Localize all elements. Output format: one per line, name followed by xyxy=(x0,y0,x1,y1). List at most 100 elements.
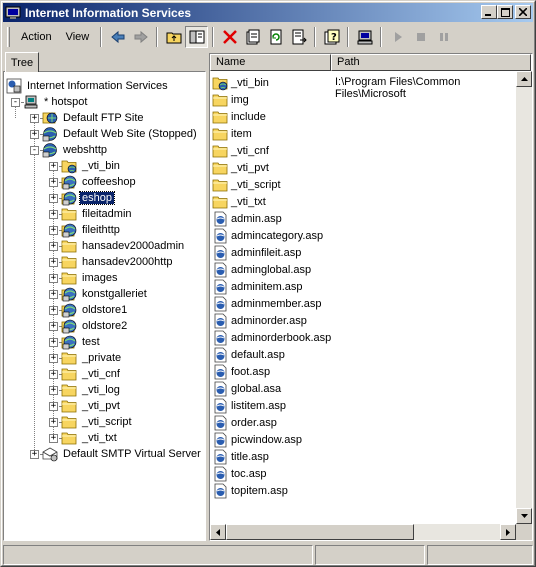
list-pane[interactable]: Name Path _vti_bin I:\Program Files\Commo… xyxy=(209,53,533,541)
tree-node-eshop[interactable]: eshop xyxy=(61,190,115,206)
list-item[interactable]: adminglobal.asp xyxy=(212,261,311,278)
tree-node-oldstore1[interactable]: oldstore1 xyxy=(61,302,129,318)
scroll-down-button[interactable] xyxy=(516,508,532,524)
close-button[interactable] xyxy=(515,5,531,19)
column-header-name[interactable]: Name xyxy=(210,54,331,71)
tree-expander-expand[interactable]: + xyxy=(49,194,58,203)
tree-expander-collapse[interactable]: - xyxy=(30,146,39,155)
toolbar-grip[interactable] xyxy=(7,27,10,47)
maximize-button[interactable] xyxy=(497,5,513,19)
tree-node-default-ftp-site[interactable]: Default FTP Site xyxy=(42,110,146,126)
tree-expander-collapse[interactable]: - xyxy=(11,98,20,107)
tree-pane[interactable]: Internet Information Services - * hotspot +… xyxy=(3,71,206,541)
tree-node-hansadev2000http[interactable]: hansadev2000http xyxy=(61,254,175,270)
scroll-right-button[interactable] xyxy=(500,524,516,540)
tree-expander-expand[interactable]: + xyxy=(49,434,58,443)
list-item[interactable]: adminitem.asp xyxy=(212,278,303,295)
tree-node-vti-log[interactable]: _vti_log xyxy=(61,382,122,398)
tree-expander-expand[interactable]: + xyxy=(49,162,58,171)
scroll-up-button[interactable] xyxy=(516,71,532,87)
tree-expander-expand[interactable]: + xyxy=(49,418,58,427)
list-item[interactable]: topitem.asp xyxy=(212,482,288,499)
refresh-button[interactable] xyxy=(264,26,287,48)
list-item[interactable]: foot.asp xyxy=(212,363,270,380)
tree-node-coffeeshop[interactable]: coffeeshop xyxy=(61,174,138,190)
tree-expander-expand[interactable]: + xyxy=(49,274,58,283)
tree-expander-expand[interactable]: + xyxy=(49,354,58,363)
tree-expander-expand[interactable]: + xyxy=(49,322,58,331)
pause-button[interactable] xyxy=(432,26,455,48)
up-one-level-button[interactable] xyxy=(162,26,185,48)
tab-tree[interactable]: Tree xyxy=(5,52,39,72)
export-list-button[interactable] xyxy=(287,26,310,48)
list-item[interactable]: listitem.asp xyxy=(212,397,286,414)
tree-expander-expand[interactable]: + xyxy=(49,306,58,315)
back-button[interactable] xyxy=(106,26,129,48)
tree-node-private[interactable]: _private xyxy=(61,350,123,366)
tree-expander-expand[interactable]: + xyxy=(49,226,58,235)
tree-node-vti-script[interactable]: _vti_script xyxy=(61,414,134,430)
action-menu[interactable]: Action xyxy=(14,29,59,45)
tree-node-default-smtp-virtual-server[interactable]: Default SMTP Virtual Server xyxy=(42,446,203,462)
tree-node-webshttp[interactable]: webshttp xyxy=(42,142,109,158)
list-item[interactable]: picwindow.asp xyxy=(212,431,302,448)
list-item[interactable]: order.asp xyxy=(212,414,277,431)
horizontal-scroll-thumb[interactable] xyxy=(226,524,414,540)
list-item[interactable]: include xyxy=(212,108,266,125)
tree-node-fileitadmin[interactable]: fileitadmin xyxy=(61,206,134,222)
tree-expander-expand[interactable]: + xyxy=(49,210,58,219)
tree-expander-expand[interactable]: + xyxy=(49,402,58,411)
help-button[interactable]: ? xyxy=(320,26,343,48)
tree-node-hansadev2000admin[interactable]: hansadev2000admin xyxy=(61,238,186,254)
tree-expander-expand[interactable]: + xyxy=(49,290,58,299)
view-menu[interactable]: View xyxy=(59,29,97,45)
horizontal-scrollbar[interactable] xyxy=(210,524,516,540)
scroll-left-button[interactable] xyxy=(210,524,226,540)
list-item[interactable]: _vti_script xyxy=(212,176,281,193)
list-item[interactable]: adminmember.asp xyxy=(212,295,322,312)
list-item[interactable]: default.asp xyxy=(212,346,285,363)
list-item[interactable]: adminfileit.asp xyxy=(212,244,301,261)
list-item[interactable]: _vti_bin xyxy=(212,74,269,91)
tree-expander-expand[interactable]: + xyxy=(49,258,58,267)
list-item[interactable]: img xyxy=(212,91,249,108)
tree-node-vti-pvt[interactable]: _vti_pvt xyxy=(61,398,122,414)
tree-expander-expand[interactable]: + xyxy=(49,338,58,347)
start-button[interactable] xyxy=(386,26,409,48)
tree-node-vti-txt[interactable]: _vti_txt xyxy=(61,430,119,446)
tree-expander-expand[interactable]: + xyxy=(49,242,58,251)
forward-button[interactable] xyxy=(129,26,152,48)
tree-node-vti-cnf[interactable]: _vti_cnf xyxy=(61,366,122,382)
stop-button[interactable] xyxy=(409,26,432,48)
list-item[interactable]: admincategory.asp xyxy=(212,227,323,244)
connect-computer-button[interactable] xyxy=(353,26,376,48)
tree-expander-expand[interactable]: + xyxy=(49,178,58,187)
tree-node-default-web-site-stopped[interactable]: Default Web Site (Stopped) xyxy=(42,126,199,142)
tree-node-konstgalleriet[interactable]: konstgalleriet xyxy=(61,286,149,302)
list-item[interactable]: _vti_cnf xyxy=(212,142,269,159)
list-item[interactable]: adminorder.asp xyxy=(212,312,307,329)
delete-button[interactable] xyxy=(218,26,241,48)
list-item[interactable]: adminorderbook.asp xyxy=(212,329,331,346)
column-header-path[interactable]: Path xyxy=(331,54,531,71)
tree-node-fileithttp[interactable]: fileithttp xyxy=(61,222,122,238)
tree-expander-expand[interactable]: + xyxy=(30,114,39,123)
tree-node-server[interactable]: * hotspot xyxy=(23,94,89,110)
tree-expander-expand[interactable]: + xyxy=(30,130,39,139)
tree-node-test[interactable]: test xyxy=(61,334,102,350)
list-item[interactable]: item xyxy=(212,125,252,142)
tree-expander-expand[interactable]: + xyxy=(49,386,58,395)
tree-expander-expand[interactable]: + xyxy=(30,450,39,459)
tree-node-images[interactable]: images xyxy=(61,270,119,286)
tree-node-iis-root[interactable]: Internet Information Services xyxy=(6,78,170,94)
list-item[interactable]: toc.asp xyxy=(212,465,266,482)
list-item[interactable]: title.asp xyxy=(212,448,269,465)
list-item[interactable]: admin.asp xyxy=(212,210,282,227)
tree-node-oldstore2[interactable]: oldstore2 xyxy=(61,318,129,334)
tree-node-vti-bin[interactable]: _vti_bin xyxy=(61,158,122,174)
properties-button[interactable] xyxy=(241,26,264,48)
show-hide-tree-button[interactable] xyxy=(185,26,209,48)
list-item[interactable]: global.asa xyxy=(212,380,281,397)
minimize-button[interactable] xyxy=(481,5,497,19)
title-bar[interactable]: Internet Information Services xyxy=(3,3,533,22)
